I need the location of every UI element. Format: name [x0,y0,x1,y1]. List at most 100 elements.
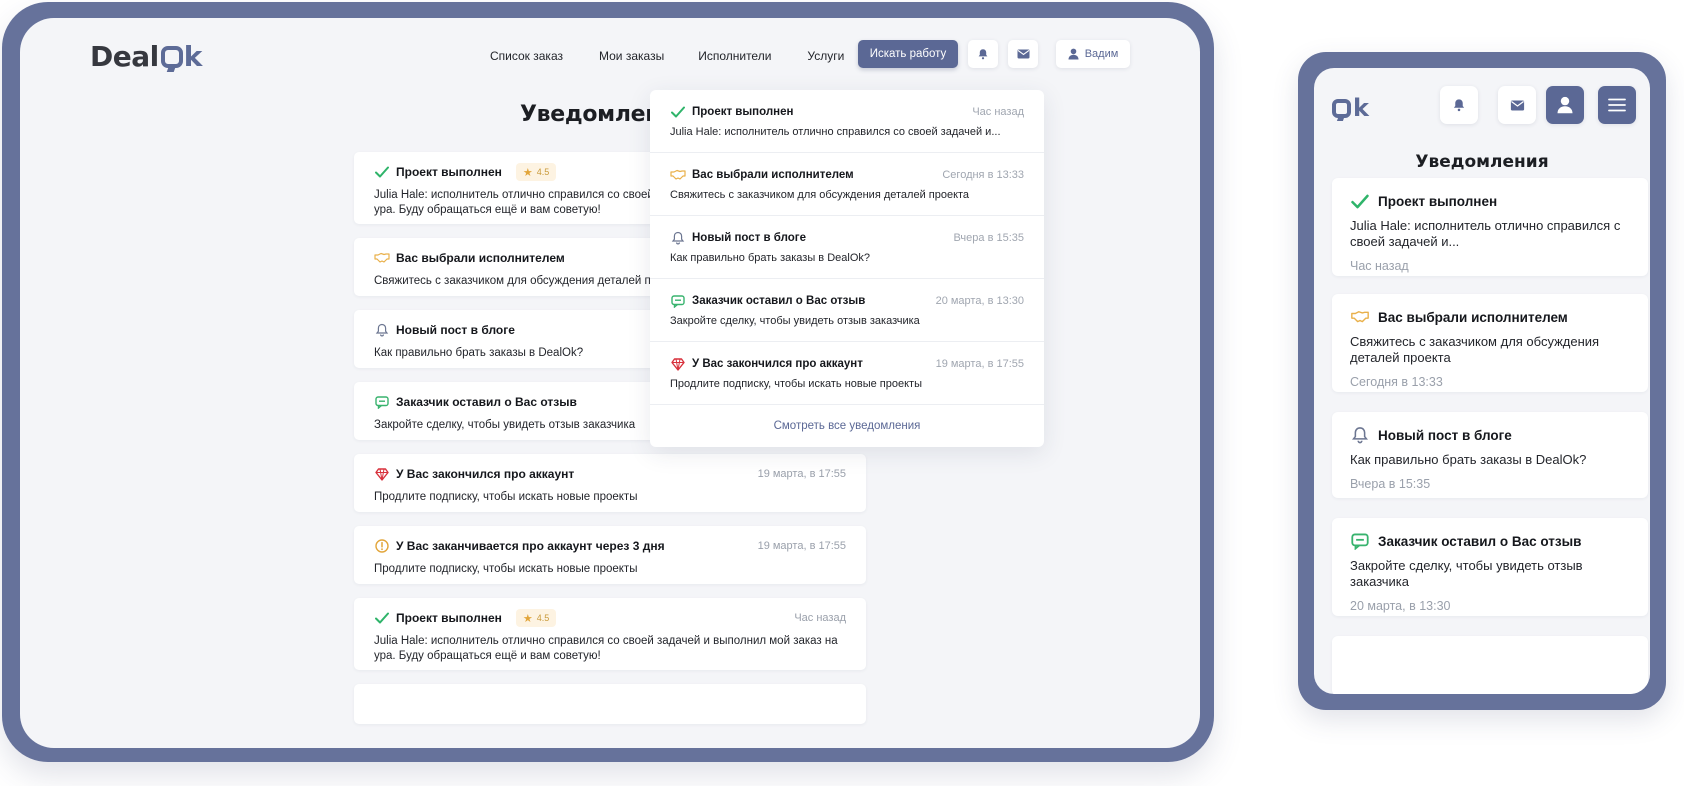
notification-body: Julia Hale: исполнитель отлично справилс… [374,635,838,662]
dropdown-item-title: Проект выполнен [692,106,794,118]
notification-card[interactable]: Вас выбрали исполнителем Свяжитесь с зак… [1332,294,1648,392]
menu-button[interactable] [1598,86,1636,124]
dropdown-item-title: Вас выбрали исполнителем [692,169,854,181]
notification-body: Закройте сделку, чтобы увидеть отзыв зак… [1350,558,1583,589]
notification-card[interactable] [1332,636,1648,694]
notification-time: 19 марта, в 17:55 [757,468,846,480]
notification-time: Час назад [794,612,846,624]
dropdown-item-body: Julia Hale: исполнитель отлично справилс… [670,126,1001,138]
notification-body: Как правильно брать заказы в DealOk? [1350,452,1587,467]
bell-icon [978,49,988,60]
dropdown-item-body: Продлите подписку, чтобы искать новые пр… [670,378,923,390]
desktop-device-frame: Deal k Список заказ Мои заказы Исполните… [2,2,1214,762]
notifications-button[interactable] [968,40,998,68]
view-all-notifications-link[interactable]: Смотреть все уведомления [650,405,1044,447]
notification-title: Новый пост в блоге [1378,427,1512,443]
dropdown-item-body: Как правильно брать заказы в DealOk? [670,252,871,264]
dealok-logo-mobile[interactable]: k [1332,94,1369,122]
dropdown-item[interactable]: Проект выполнен Час назад Julia Hale: ис… [650,90,1044,153]
check-icon [670,104,686,120]
dropdown-item-body: Свяжитесь с заказчиком для обсуждения де… [670,189,970,201]
notification-body: Свяжитесь с заказчиком для обсуждения де… [1350,334,1600,365]
user-icon [1068,48,1079,60]
mail-icon [1017,49,1029,59]
dropdown-item-title: У Вас закончился про аккаунт [692,358,863,370]
profile-button[interactable] [1546,86,1584,124]
check-icon [1350,192,1370,210]
notification-card[interactable]: Проект выполнен ★ 4.5 Час назад Julia Hal… [354,598,866,670]
dropdown-item[interactable]: Заказчик оставил о Вас отзыв 20 марта, в… [650,279,1044,342]
notification-title: У Вас заканчивается про аккаунт через 3 … [396,539,665,553]
user-icon [1557,96,1573,114]
notification-card[interactable] [354,684,866,724]
notification-time: 19 марта, в 17:55 [757,540,846,552]
logo-text: Deal [90,40,159,73]
notification-time: Сегодня в 13:33 [1350,375,1443,389]
chat-icon [374,394,390,410]
main-nav: Список заказ Мои заказы Исполнители Услу… [490,42,880,70]
nav-order-list[interactable]: Список заказ [490,42,563,70]
notifications-dropdown: Проект выполнен Час назад Julia Hale: ис… [650,90,1044,447]
check-icon [374,164,390,180]
dropdown-item-title: Заказчик оставил о Вас отзыв [692,295,866,307]
logo-bubble-icon [1332,98,1351,118]
logo-ok: k [159,40,202,73]
notification-body: Продлите подписку, чтобы искать новые пр… [374,491,638,503]
dropdown-item-title: Новый пост в блоге [692,232,806,244]
dropdown-item[interactable]: У Вас закончился про аккаунт 19 марта, в… [650,342,1044,405]
logo-text-k: k [183,40,203,73]
handshake-icon [1350,308,1370,326]
bell-outline-icon [1350,426,1370,444]
user-menu-button[interactable]: Вадим [1056,40,1130,68]
warning-icon [374,538,390,554]
user-name: Вадим [1084,48,1119,60]
dropdown-item[interactable]: Новый пост в блоге Вчера в 15:35 Как пра… [650,216,1044,279]
dealok-logo[interactable]: Deal k [90,40,202,73]
notification-title: Проект выполнен [396,165,502,179]
logo-text-k: k [1353,94,1369,122]
messages-button[interactable] [1498,86,1536,124]
dropdown-item-time: Час назад [972,106,1024,118]
rating-badge: ★ 4.5 [515,163,557,181]
nav-services[interactable]: Услуги [807,42,844,70]
notification-body: Продлите подписку, чтобы искать новые пр… [374,563,638,575]
bell-outline-icon [374,322,390,338]
star-icon: ★ [522,166,533,179]
notifications-button[interactable] [1440,86,1478,124]
notification-time: Час назад [1350,259,1409,273]
notification-card[interactable]: У Вас закончился про аккаунт 19 марта, в… [354,454,866,512]
chat-icon [1350,532,1370,550]
bell-icon [1453,99,1465,112]
notification-time: 20 марта, в 13:30 [1350,599,1451,613]
rating-badge: ★ 4.5 [515,609,557,627]
dropdown-item-time: Сегодня в 13:33 [942,169,1024,181]
bell-outline-icon [670,230,686,246]
handshake-icon [374,250,390,266]
chat-icon [670,293,686,309]
notification-title: Новый пост в блоге [396,323,515,337]
notification-title: Проект выполнен [396,611,502,625]
dropdown-item-time: 19 марта, в 17:55 [935,358,1024,370]
hamburger-icon [1608,98,1626,112]
nav-performers[interactable]: Исполнители [698,42,771,70]
notification-card[interactable]: Проект выполнен Julia Hale: исполнитель … [1332,178,1648,276]
handshake-icon [670,167,686,183]
dropdown-item-time: 20 марта, в 13:30 [935,295,1024,307]
notification-title: У Вас закончился про аккаунт [396,467,575,481]
diamond-icon [374,466,390,482]
notification-title: Вас выбрали исполнителем [1378,309,1568,325]
nav-my-orders[interactable]: Мои заказы [599,42,664,70]
notification-card[interactable]: Новый пост в блоге Как правильно брать з… [1332,412,1648,498]
dropdown-item-time: Вчера в 15:35 [953,232,1024,244]
notification-title: Заказчик оставил о Вас отзыв [396,395,577,409]
notification-title: Проект выполнен [1378,193,1498,209]
notification-card[interactable]: У Вас заканчивается про аккаунт через 3 … [354,526,866,584]
notification-title: Заказчик оставил о Вас отзыв [1378,533,1582,549]
messages-button[interactable] [1008,40,1038,68]
mail-icon [1510,100,1524,110]
notification-time: Вчера в 15:35 [1350,477,1431,491]
mobile-device-frame: k Уведомления Проект выполнен Julia Hale… [1298,52,1666,710]
notification-card[interactable]: Заказчик оставил о Вас отзыв Закройте сд… [1332,518,1648,616]
dropdown-item[interactable]: Вас выбрали исполнителем Сегодня в 13:33… [650,153,1044,216]
find-work-button[interactable]: Искать работу [858,40,958,68]
